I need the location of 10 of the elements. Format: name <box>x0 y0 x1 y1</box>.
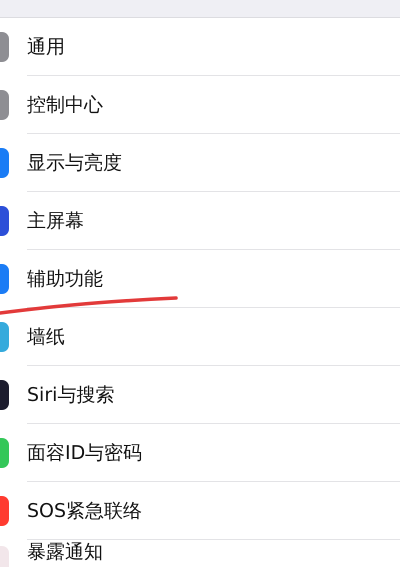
settings-item[interactable]: 显示与亮度 <box>27 150 122 174</box>
settings-item[interactable]: 主屏幕 <box>27 208 84 232</box>
settings-item[interactable]: 辅助功能 <box>27 266 103 290</box>
settings-item[interactable]: Siri与搜索 <box>27 382 114 406</box>
settings-item[interactable]: 通用 <box>27 34 65 58</box>
settings-item[interactable]: SOS紧急联络 <box>27 498 142 522</box>
settings-item[interactable]: 墙纸 <box>27 324 65 348</box>
settings-item[interactable]: 暴露通知 <box>27 540 103 564</box>
settings-item[interactable]: 控制中心 <box>27 92 103 116</box>
settings-item[interactable]: 面容ID与密码 <box>27 440 142 464</box>
